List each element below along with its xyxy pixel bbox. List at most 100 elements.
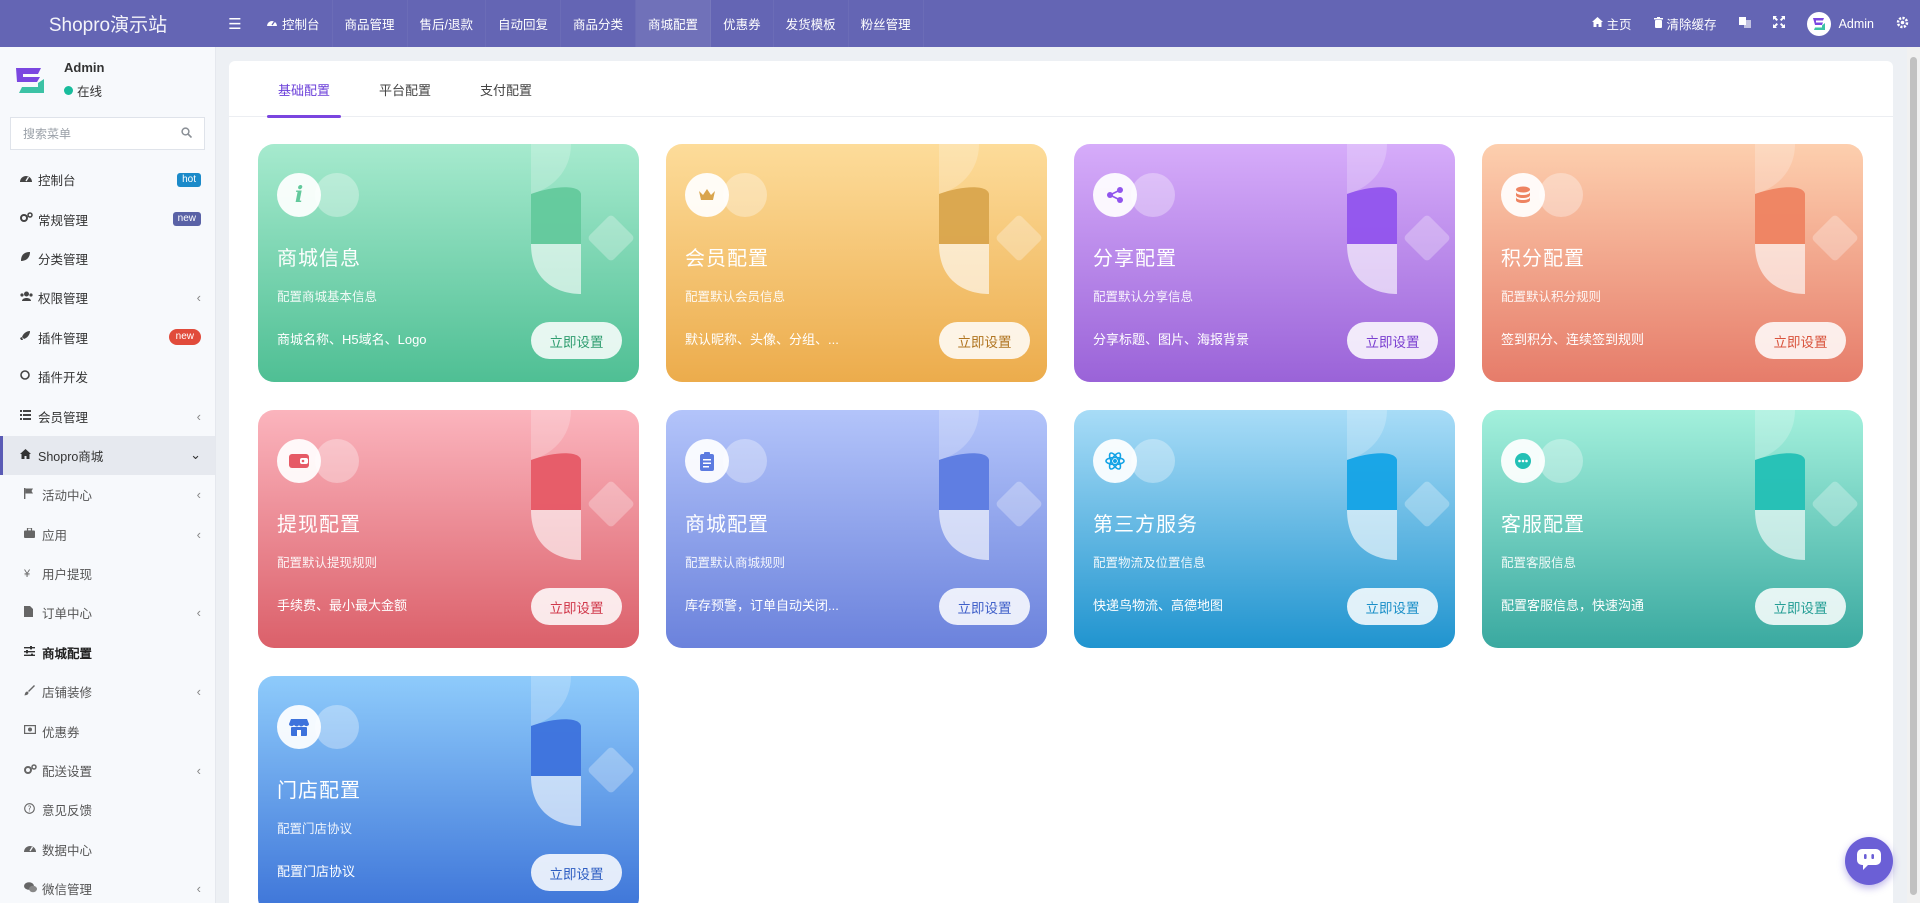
sidebar-item-delivery[interactable]: 配送设置 ‹	[0, 751, 215, 790]
setup-now-button[interactable]: 立即设置	[939, 588, 1030, 625]
topnav-label: 控制台	[282, 18, 320, 32]
yen-icon: ¥	[24, 567, 31, 580]
gears-icon	[1896, 16, 1909, 32]
sidebar-item-shopro[interactable]: Shopro商城 ⌄	[0, 435, 215, 476]
sidebar-item-activity[interactable]: 活动中心 ‹	[0, 475, 215, 514]
chevron-left-icon: ‹	[196, 763, 201, 779]
card-description: 默认昵称、头像、分组、...	[685, 332, 839, 347]
tab-payment[interactable]: 支付配置	[469, 61, 543, 117]
setup-now-button[interactable]: 立即设置	[531, 854, 622, 891]
sidebar-item-plugins[interactable]: 插件管理 new	[0, 318, 215, 357]
topnav-fans[interactable]: 粉丝管理	[849, 0, 924, 47]
sidebar-item-general[interactable]: 常规管理 new	[0, 199, 215, 238]
sidebar-item-withdraw[interactable]: ¥ 用户提现	[0, 554, 215, 593]
clear-cache-button[interactable]: 清除缓存	[1643, 0, 1728, 47]
search-icon[interactable]	[181, 126, 193, 141]
top-right-tools: 主页 清除缓存 Admin	[1581, 0, 1920, 47]
card-description: 配置客服信息，快速沟通	[1501, 598, 1645, 613]
topnav-autoreply[interactable]: 自动回复	[486, 0, 562, 47]
setup-now-button[interactable]: 立即设置	[1755, 322, 1846, 359]
sidebar-item-members[interactable]: 会员管理 ‹	[0, 396, 215, 435]
menu-search-input[interactable]	[23, 126, 181, 141]
topnav-dispatch[interactable]: 发货模板	[774, 0, 849, 47]
icon-backdrop	[1131, 439, 1175, 483]
icon-circle	[685, 439, 729, 483]
sidebar-item-feedback[interactable]: ? 意见反馈	[0, 790, 215, 829]
language-toggle[interactable]	[1728, 0, 1762, 47]
settings-button[interactable]	[1885, 0, 1920, 47]
topnav-dashboard[interactable]: 控制台	[254, 0, 333, 47]
share-icon	[1093, 173, 1175, 217]
icon-circle	[1093, 439, 1137, 483]
topnav-label: 商品管理	[344, 18, 395, 32]
app-logo-title[interactable]: Shopro演示站	[0, 0, 216, 47]
topnav-shop-config[interactable]: 商城配置	[636, 0, 712, 47]
setup-now-button[interactable]: 立即设置	[1347, 322, 1438, 359]
page-scrollbar[interactable]	[1907, 47, 1920, 903]
setup-now-button[interactable]: 立即设置	[1755, 588, 1846, 625]
sidebar-item-label: 数据中心	[42, 843, 93, 858]
sidebar-item-wechat[interactable]: 微信管理 ‹	[0, 869, 215, 903]
topnav-coupon[interactable]: 优惠券	[711, 0, 774, 47]
sidebar-item-data-center[interactable]: 数据中心	[0, 830, 215, 869]
chevron-left-icon: ‹	[196, 290, 201, 306]
sidebar-item-label: 优惠券	[42, 725, 80, 740]
tab-basic[interactable]: 基础配置	[267, 61, 342, 118]
flag-icon	[24, 487, 42, 502]
topnav-label: 商城配置	[648, 18, 699, 32]
menu-toggle-icon[interactable]: ☰	[216, 0, 254, 47]
sidebar-item-label: 分类管理	[38, 252, 89, 267]
dashboard-icon	[266, 17, 278, 31]
topnav-category[interactable]: 商品分类	[561, 0, 637, 47]
scrollbar-thumb[interactable]	[1910, 57, 1917, 895]
setup-now-button[interactable]: 立即设置	[531, 322, 622, 359]
sidebar-item-dashboard[interactable]: 控制台 hot	[0, 160, 215, 199]
topnav-aftersale[interactable]: 售后/退款	[408, 0, 487, 47]
brand-logo	[16, 68, 44, 93]
topnav-goods[interactable]: 商品管理	[333, 0, 408, 47]
config-card: 商城配置 配置默认商城规则 库存预警，订单自动关闭... 立即设置	[666, 410, 1047, 648]
card-title: 客服配置	[1501, 514, 1585, 536]
clipboard-icon	[685, 439, 767, 483]
online-status: 在线	[64, 81, 104, 100]
tab-label: 平台配置	[379, 82, 432, 98]
rocket-icon	[20, 330, 38, 344]
topnav-label: 优惠券	[723, 18, 761, 32]
chat-support-button[interactable]	[1845, 837, 1893, 885]
sidebar-item-decorate[interactable]: 店铺装修 ‹	[0, 672, 215, 711]
sidebar: Admin 在线 控制台 hot 常规管理 new 分类管理	[0, 47, 216, 903]
sidebar-item-plugin-dev[interactable]: 插件开发	[0, 357, 215, 396]
card-subtitle: 配置客服信息	[1501, 556, 1577, 570]
home-link[interactable]: 主页	[1581, 0, 1643, 47]
sidebar-item-category[interactable]: 分类管理	[0, 239, 215, 278]
tab-platform[interactable]: 平台配置	[368, 61, 442, 117]
user-menu[interactable]: Admin	[1796, 0, 1885, 47]
setup-now-button[interactable]: 立即设置	[939, 322, 1030, 359]
icon-backdrop	[315, 173, 359, 217]
sidebar-item-coupon[interactable]: 优惠券	[0, 711, 215, 750]
config-card: 第三方服务 配置物流及位置信息 快递鸟物流、高德地图 立即设置	[1074, 410, 1455, 648]
icon-circle	[685, 173, 729, 217]
sidebar-item-orders[interactable]: 订单中心 ‹	[0, 593, 215, 632]
config-card: 客服配置 配置客服信息 配置客服信息，快速沟通 立即设置	[1482, 410, 1863, 648]
fullscreen-toggle[interactable]	[1762, 0, 1796, 47]
chevron-left-icon: ‹	[196, 487, 201, 503]
card-subtitle: 配置商城基本信息	[277, 290, 378, 304]
card-title: 提现配置	[277, 514, 361, 536]
topnav-label: 商品分类	[573, 18, 624, 32]
sidebar-item-shop-config[interactable]: 商城配置	[0, 633, 215, 672]
setup-now-button[interactable]: 立即设置	[531, 588, 622, 625]
card-subtitle: 配置默认会员信息	[685, 290, 786, 304]
card-description: 配置门店协议	[277, 864, 356, 879]
sidebar-item-apps[interactable]: 应用 ‹	[0, 515, 215, 554]
info-icon: i	[277, 173, 359, 217]
setup-now-button[interactable]: 立即设置	[1347, 588, 1438, 625]
card-title: 商城信息	[277, 248, 361, 270]
sidebar-user-name: Admin	[64, 60, 105, 75]
sidebar-item-auth[interactable]: 权限管理 ‹	[0, 278, 215, 317]
money-icon	[24, 725, 42, 737]
top-nav: ☰ 控制台 商品管理 售后/退款 自动回复 商品分类 商城配置 优惠券 发货模板…	[216, 0, 924, 47]
store-icon	[277, 705, 359, 749]
briefcase-icon	[24, 527, 42, 541]
sidebar-item-label: 插件管理	[38, 331, 89, 346]
